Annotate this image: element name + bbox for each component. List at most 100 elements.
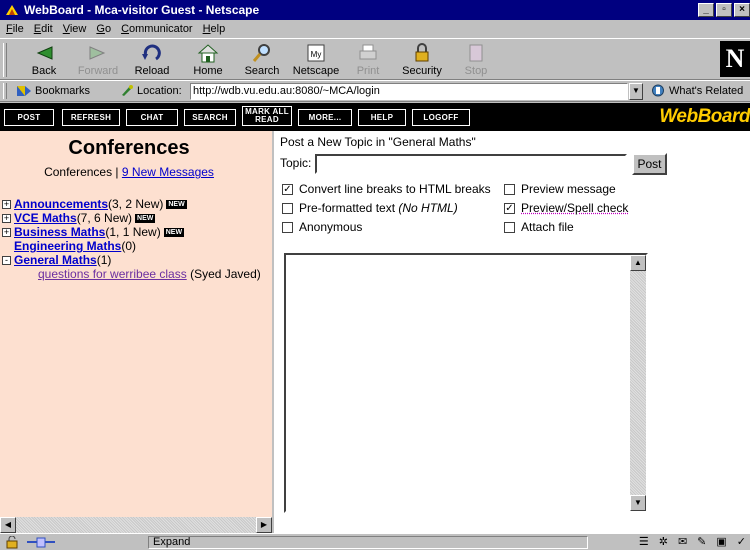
option-preview-spell[interactable]: ✓ Preview/Spell check	[504, 201, 628, 215]
anonymous-label: Anonymous	[299, 220, 363, 234]
bookmarks-label: Bookmarks	[35, 84, 91, 97]
security-status-icon[interactable]	[4, 536, 20, 549]
thread-link[interactable]: questions for werribee class	[38, 267, 187, 281]
whats-related-button[interactable]: What's Related	[650, 84, 743, 97]
conference-link[interactable]: VCE Maths	[14, 211, 77, 225]
home-button[interactable]: Home	[186, 42, 230, 80]
composer-icon[interactable]: ✎	[697, 535, 706, 548]
preformatted-label-note: (No HTML)	[398, 201, 458, 215]
menu-communicator[interactable]: Communicator	[121, 23, 193, 35]
window-controls: _ ▫ ×	[698, 3, 750, 17]
whats-related-label: What's Related	[669, 84, 744, 97]
message-vertical-scrollbar[interactable]: ▲ ▼	[630, 255, 646, 511]
preview-message-checkbox[interactable]	[504, 183, 515, 195]
option-preformatted[interactable]: Pre-formatted text (No HTML)	[282, 201, 458, 215]
message-body-textarea[interactable]: ▲ ▼	[284, 253, 648, 513]
stop-label: Stop	[464, 65, 488, 77]
location-toolbar: Bookmarks Location: http://wdb.vu.edu.au…	[0, 80, 750, 102]
minimize-button[interactable]: _	[698, 3, 714, 17]
topic-input[interactable]	[315, 154, 627, 174]
scroll-right-button[interactable]: ▶	[256, 517, 272, 533]
expand-toggle[interactable]: +	[2, 199, 11, 209]
nav-more[interactable]: MORE...	[298, 109, 352, 126]
attach-file-checkbox[interactable]	[504, 221, 515, 233]
nav-help[interactable]: HELP	[358, 109, 406, 126]
preview-message-label: Preview message	[521, 182, 616, 196]
bookmarks-button[interactable]: Bookmarks	[16, 84, 90, 97]
reload-icon	[142, 44, 161, 61]
menu-help[interactable]: Help	[203, 23, 226, 35]
post-button[interactable]: Post	[632, 153, 667, 175]
nav-logoff[interactable]: LOGOFF	[412, 109, 470, 126]
webboard-logo: WebBoard	[659, 106, 750, 127]
url-field[interactable]: http://wdb.vu.edu.au:8080/~MCA/login	[190, 83, 628, 100]
option-attach-file[interactable]: Attach file	[504, 220, 574, 234]
new-messages-link[interactable]: 9 New Messages	[122, 165, 214, 179]
nav-chat[interactable]: CHAT	[126, 109, 178, 126]
conference-link[interactable]: Engineering Maths	[14, 239, 121, 253]
conference-item-announcements: + Announcements (3, 2 New) NEW	[2, 197, 261, 211]
navigator-icon[interactable]: ✲	[659, 535, 668, 548]
conference-item-general-maths: - General Maths (1)	[2, 253, 261, 267]
reload-button[interactable]: Reload	[128, 42, 176, 80]
close-button[interactable]: ×	[734, 3, 750, 17]
collapse-toggle[interactable]: -	[2, 255, 11, 265]
toolbar-grip[interactable]	[3, 43, 7, 77]
conference-count: (3, 2 New)	[108, 197, 164, 211]
nav-refresh[interactable]: REFRESH	[62, 109, 120, 126]
bookmark-icon	[17, 86, 31, 96]
component-bar: ☰ ✲ ✉ ✎ ▣ ✓	[639, 535, 746, 548]
option-convert-breaks[interactable]: ✓ Convert line breaks to HTML breaks	[282, 182, 491, 196]
back-button[interactable]: Back	[22, 42, 66, 80]
stop-button[interactable]: Stop	[458, 42, 494, 80]
print-label: Print	[356, 65, 380, 77]
anonymous-checkbox[interactable]	[282, 221, 293, 233]
menu-go[interactable]: Go	[96, 23, 111, 35]
stop-icon	[469, 44, 483, 62]
new-badge: NEW	[166, 199, 187, 209]
security-button[interactable]: Security	[400, 42, 444, 80]
conference-link[interactable]: General Maths	[14, 253, 97, 267]
status-text: Expand	[148, 536, 588, 549]
scroll-down-button[interactable]: ▼	[630, 495, 646, 511]
menu-file[interactable]: File	[6, 23, 24, 35]
option-preview-message[interactable]: Preview message	[504, 182, 616, 196]
netscape-logo[interactable]: N	[720, 41, 750, 77]
scroll-left-button[interactable]: ◀	[0, 517, 16, 533]
maximize-button[interactable]: ▫	[716, 3, 732, 17]
expand-toggle[interactable]: +	[2, 227, 11, 237]
messenger-icon[interactable]: ✉	[678, 535, 687, 548]
title-bar: WebBoard - Mca-visitor Guest - Netscape …	[0, 0, 750, 20]
scroll-up-button[interactable]: ▲	[630, 255, 646, 271]
forward-button[interactable]: Forward	[74, 42, 122, 80]
check-icon[interactable]: ✓	[737, 535, 746, 548]
menu-edit[interactable]: Edit	[34, 23, 53, 35]
conference-link[interactable]: Business Maths	[14, 225, 105, 239]
nav-search[interactable]: SEARCH	[184, 109, 236, 126]
page-info-icon[interactable]: ☰	[639, 535, 649, 548]
conference-count: (0)	[121, 239, 137, 253]
preformatted-checkbox[interactable]	[282, 202, 293, 214]
convert-breaks-checkbox[interactable]: ✓	[282, 183, 293, 195]
svg-text:My: My	[311, 50, 322, 59]
addressbook-icon[interactable]: ▣	[716, 535, 726, 548]
menu-view[interactable]: View	[63, 23, 87, 35]
url-dropdown-button[interactable]: ▼	[629, 83, 643, 100]
expand-toggle[interactable]: +	[2, 213, 11, 223]
netscape-button[interactable]: My Netscape	[290, 42, 342, 80]
nav-mark-all-read[interactable]: MARK ALL READ	[242, 106, 292, 126]
attach-file-label: Attach file	[521, 220, 574, 234]
print-button[interactable]: Print	[348, 42, 388, 80]
preview-spell-checkbox[interactable]: ✓	[504, 202, 515, 214]
menu-bar: File Edit View Go Communicator Help	[0, 20, 750, 38]
option-anonymous[interactable]: Anonymous	[282, 220, 362, 234]
convert-breaks-label: Convert line breaks to HTML breaks	[299, 182, 491, 196]
nav-post[interactable]: POST	[4, 109, 54, 126]
thread-item: questions for werribee class (Syed Javed…	[2, 267, 261, 281]
left-horizontal-scrollbar[interactable]: ◀ ▶	[0, 517, 272, 533]
search-button[interactable]: Search	[240, 42, 284, 80]
new-badge: NEW	[135, 213, 156, 223]
post-form-pane: Post a New Topic in "General Maths" Topi…	[276, 131, 750, 533]
location-grip[interactable]	[3, 83, 7, 99]
conference-link[interactable]: Announcements	[14, 197, 108, 211]
